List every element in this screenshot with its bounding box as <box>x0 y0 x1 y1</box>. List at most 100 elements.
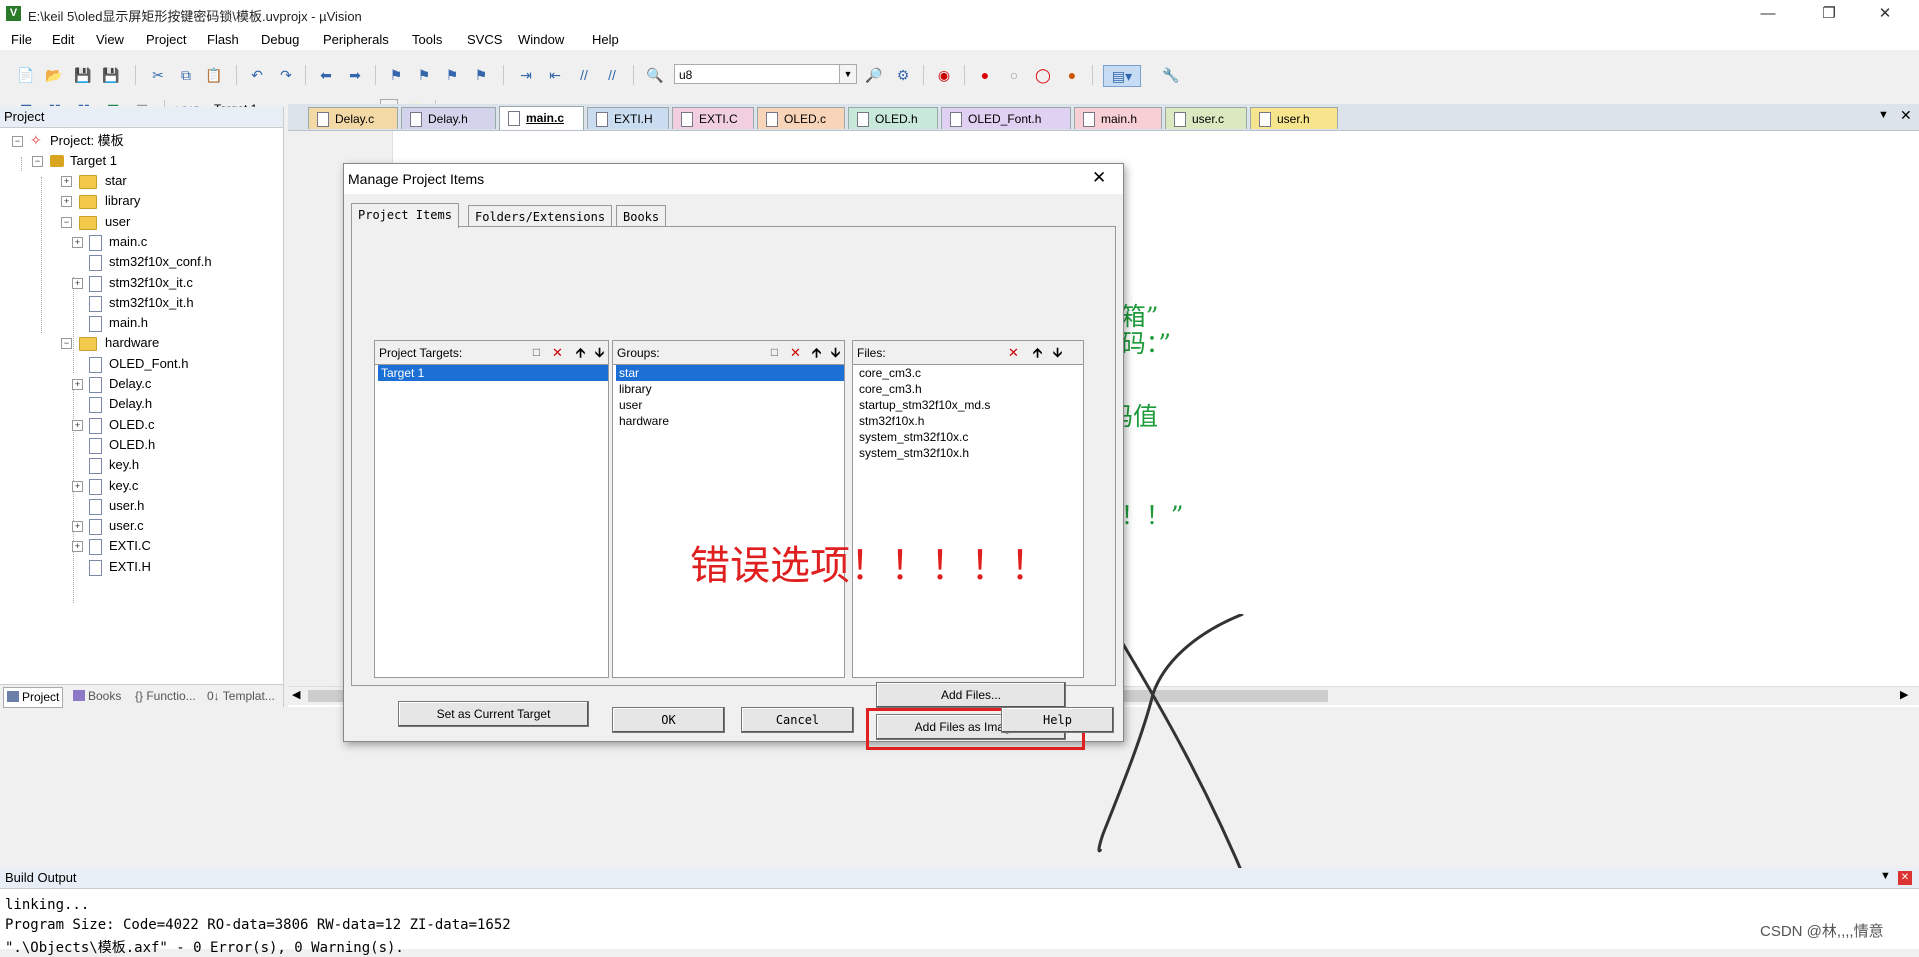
list-item[interactable]: system_stm32f10x.h <box>856 445 1083 461</box>
menu-view[interactable]: View <box>96 32 124 47</box>
menu-debug[interactable]: Debug <box>261 32 299 47</box>
tab-project[interactable]: Project <box>3 687 64 708</box>
targets-list[interactable]: Target 1 <box>374 364 609 678</box>
scroll-right-icon[interactable]: ▶ <box>1900 688 1908 701</box>
expand-icon[interactable]: + <box>61 196 72 208</box>
tab-project-items[interactable]: Project Items <box>351 203 459 228</box>
chevron-down-icon[interactable]: ▼ <box>839 65 856 83</box>
redo-icon[interactable]: ↷ <box>276 65 296 85</box>
list-item[interactable]: system_stm32f10x.c <box>856 429 1083 445</box>
editor-tab[interactable]: EXTI.H <box>587 107 669 129</box>
collapse-icon[interactable]: − <box>61 338 72 350</box>
nav-forward-icon[interactable]: ➡ <box>345 65 365 85</box>
expand-icon[interactable]: + <box>72 379 83 390</box>
kill-breakpoints-icon[interactable]: ● <box>1062 65 1082 85</box>
expand-icon[interactable]: + <box>72 236 83 248</box>
save-icon[interactable]: 💾 <box>73 65 93 85</box>
nav-back-icon[interactable]: ⬅ <box>316 65 336 85</box>
menu-help[interactable]: Help <box>592 32 619 47</box>
configure-icon[interactable]: 🔧 <box>1161 65 1181 85</box>
list-item[interactable]: core_cm3.c <box>856 365 1083 381</box>
scroll-left-icon[interactable]: ◀ <box>292 688 300 701</box>
files-list[interactable]: core_cm3.c core_cm3.h startup_stm32f10x_md… <box>852 364 1084 678</box>
tab-books[interactable]: Books <box>70 687 124 706</box>
cut-icon[interactable]: ✂ <box>148 65 168 85</box>
prev-bookmark-icon[interactable]: ⚑ <box>414 65 434 85</box>
collapse-icon[interactable]: − <box>61 216 72 228</box>
new-item-icon[interactable]: □ <box>766 344 783 361</box>
save-all-icon[interactable]: 💾 <box>101 65 121 85</box>
move-up-icon[interactable]: 🡩 <box>808 344 825 361</box>
move-up-icon[interactable]: 🡩 <box>1029 344 1046 361</box>
debug-session-icon[interactable]: ◉ <box>934 65 954 85</box>
tab-functions[interactable]: {} Functio... <box>132 687 199 706</box>
tab-books[interactable]: Books <box>616 205 667 228</box>
close-icon[interactable]: ✕ <box>1092 168 1106 188</box>
unindent-icon[interactable]: ⇤ <box>545 65 565 85</box>
copy-icon[interactable]: ⧉ <box>176 65 196 85</box>
editor-tab[interactable]: main.h <box>1074 107 1162 129</box>
paste-icon[interactable]: 📋 <box>204 65 224 85</box>
list-item[interactable]: hardware <box>616 413 844 429</box>
add-files-button[interactable]: Add Files... <box>876 682 1066 708</box>
list-item[interactable]: startup_stm32f10x_md.s <box>856 397 1083 413</box>
expand-icon[interactable]: + <box>72 541 83 553</box>
list-item[interactable]: core_cm3.h <box>856 381 1083 397</box>
close-icon[interactable]: ✕ <box>1862 0 1908 28</box>
minimize-icon[interactable]: — <box>1745 0 1791 28</box>
delete-icon[interactable]: ✕ <box>1005 344 1022 361</box>
breakpoint-icon[interactable]: ● <box>975 65 995 85</box>
find-in-files-icon[interactable]: 🔍 <box>645 65 665 85</box>
comment-icon[interactable]: // <box>574 65 594 85</box>
find-combo[interactable]: u8 ▼ <box>674 64 857 84</box>
menu-project[interactable]: Project <box>146 32 186 47</box>
move-up-icon[interactable]: 🡩 <box>572 344 589 361</box>
help-button[interactable]: Help <box>1001 707 1114 733</box>
menu-svcs[interactable]: SVCS <box>467 32 502 47</box>
tab-folders-extensions[interactable]: Folders/Extensions <box>468 205 613 228</box>
disable-breakpoint-icon[interactable]: ○ <box>1004 65 1024 85</box>
new-item-icon[interactable]: □ <box>528 344 545 361</box>
tab-templates[interactable]: 0↓ Templat... <box>204 687 278 706</box>
expand-icon[interactable]: + <box>72 521 83 533</box>
uncomment-icon[interactable]: // <box>602 65 622 85</box>
list-item[interactable]: library <box>616 381 844 397</box>
cancel-button[interactable]: Cancel <box>741 707 854 733</box>
list-item[interactable]: user <box>616 397 844 413</box>
move-down-icon[interactable]: 🡫 <box>1049 344 1066 361</box>
menu-flash[interactable]: Flash <box>207 32 239 47</box>
close-panel-icon[interactable]: ✕ <box>1898 871 1912 885</box>
pin-icon[interactable]: ▼ <box>1880 870 1891 882</box>
window-layout-icon[interactable]: ▤▾ <box>1103 65 1141 87</box>
disable-all-breakpoints-icon[interactable]: ◯ <box>1033 65 1053 85</box>
editor-tab[interactable]: Delay.h <box>401 107 496 129</box>
expand-icon[interactable]: + <box>61 176 72 187</box>
close-tab-icon[interactable]: ✕ <box>1900 107 1912 124</box>
restore-icon[interactable]: ❐ <box>1806 0 1852 28</box>
indent-icon[interactable]: ⇥ <box>516 65 536 85</box>
menu-tools[interactable]: Tools <box>412 32 442 47</box>
move-down-icon[interactable]: 🡫 <box>827 344 844 361</box>
incremental-find-icon[interactable]: ⚙ <box>893 65 913 85</box>
list-item[interactable]: Target 1 <box>378 365 608 381</box>
menu-file[interactable]: File <box>11 32 32 47</box>
editor-tab[interactable]: EXTI.C <box>672 107 754 129</box>
editor-tab[interactable]: OLED_Font.h <box>941 107 1071 129</box>
expand-icon[interactable]: + <box>72 419 83 431</box>
next-bookmark-icon[interactable]: ⚑ <box>442 65 462 85</box>
delete-icon[interactable]: ✕ <box>787 344 804 361</box>
clear-bookmarks-icon[interactable]: ⚑ <box>471 65 491 85</box>
expand-icon[interactable]: + <box>72 480 83 492</box>
tab-list-dropdown-icon[interactable]: ▼ <box>1878 109 1889 121</box>
delete-icon[interactable]: ✕ <box>549 344 566 361</box>
expand-icon[interactable]: + <box>72 277 83 289</box>
set-as-current-target-button[interactable]: Set as Current Target <box>398 701 589 727</box>
ok-button[interactable]: OK <box>612 707 725 733</box>
menu-peripherals[interactable]: Peripherals <box>323 32 389 47</box>
editor-tab[interactable]: user.h <box>1250 107 1338 129</box>
menu-window[interactable]: Window <box>518 32 564 47</box>
move-down-icon[interactable]: 🡫 <box>591 344 608 361</box>
find-icon[interactable]: 🔎 <box>864 65 884 85</box>
bookmark-icon[interactable]: ⚑ <box>386 65 406 85</box>
editor-tab[interactable]: main.c <box>499 106 584 130</box>
